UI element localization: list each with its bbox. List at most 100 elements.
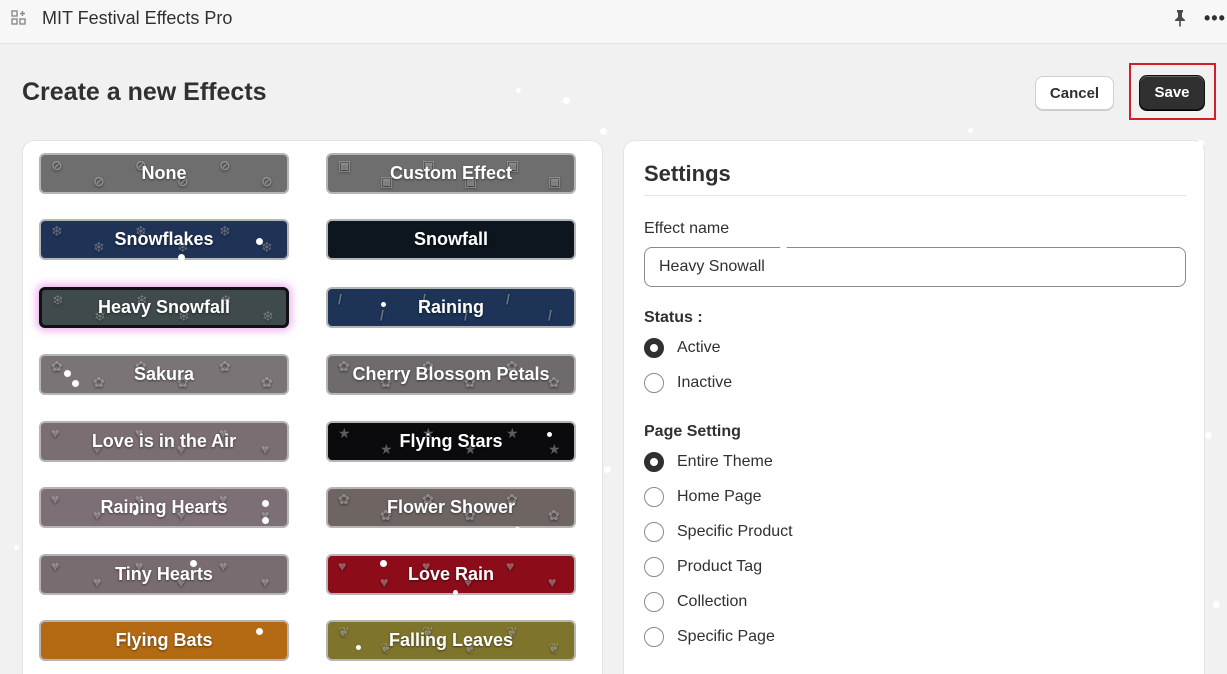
effect-pattern-icon: ❄ (52, 292, 64, 308)
snowflake-dot (547, 432, 552, 437)
snowflake-dot (600, 128, 607, 135)
effect-pattern-icon: / (380, 307, 384, 323)
effect-pattern-icon: ✿ (261, 374, 273, 390)
effect-option-label: Custom Effect (389, 163, 512, 183)
snowflake-dot (1205, 432, 1212, 439)
snowflake-dot (262, 517, 269, 524)
effect-option-label: Flower Shower (386, 497, 516, 517)
effect-option-flying-bats[interactable]: Flying Bats (39, 620, 289, 661)
page-option-collection[interactable]: Collection (644, 591, 747, 613)
save-button[interactable]: Save (1139, 75, 1205, 110)
radio-unchecked-icon[interactable] (644, 592, 664, 612)
effect-option-label: Love is in the Air (91, 431, 237, 451)
app-grid-icon[interactable] (10, 9, 28, 27)
page-option-product-tag[interactable]: Product Tag (644, 556, 762, 578)
status-option-inactive[interactable]: Inactive (644, 372, 732, 394)
cancel-button[interactable]: Cancel (1035, 76, 1114, 110)
effect-pattern-icon: ❄ (93, 239, 105, 255)
effect-pattern-icon: ★ (380, 441, 393, 457)
effect-option-none[interactable]: ⊘ ⊘ ⊘ ⊘ ⊘ ⊘ None (39, 153, 289, 194)
effect-option-flower-shower[interactable]: ✿ ✿ ✿ ✿ ✿ ✿ Flower Shower (326, 487, 576, 528)
page-option-specific-product[interactable]: Specific Product (644, 521, 793, 543)
effect-pattern-icon: ❄ (219, 223, 231, 239)
effect-option-label: Snowflakes (114, 229, 214, 249)
effect-option-love-rain[interactable]: ♥ ♥ ♥ ♥ ♥ ♥ Love Rain (326, 554, 576, 595)
effect-option-label: Tiny Hearts (115, 564, 213, 584)
snowflake-dot (64, 370, 71, 377)
radio-checked-icon[interactable] (644, 338, 664, 358)
effect-option-flying-stars[interactable]: ★ ★ ★ ★ ★ ★ Flying Stars (326, 421, 576, 462)
effect-pattern-icon: ⊘ (51, 157, 63, 173)
effect-option-label: Snowfall (413, 229, 488, 249)
effect-option-heavy-snowfall[interactable]: ❄ ❄ ❄ ❄ ❄ ❄ Heavy Snowfall (39, 287, 289, 328)
more-options-icon[interactable]: ••• (1204, 8, 1226, 28)
effect-name-label: Effect name (644, 220, 730, 237)
effect-pattern-icon: ✿ (219, 358, 231, 374)
effect-option-raining-hearts[interactable]: ♥ ♥ ♥ ♥ ♥ ♥ Raining Hearts (39, 487, 289, 528)
effect-pattern-icon: ✿ (548, 507, 560, 523)
radio-unchecked-icon[interactable] (644, 557, 664, 577)
settings-panel: Settings Effect name Status : Active Ina… (623, 140, 1205, 674)
page-option-specific-page[interactable]: Specific Page (644, 626, 775, 648)
effect-pattern-icon: ⊘ (93, 173, 105, 189)
effect-option-label: Raining (418, 297, 484, 317)
page-option-label: Collection (677, 593, 748, 610)
snowflake-dot (133, 510, 138, 515)
snowflake-dot (1197, 140, 1204, 147)
radio-unchecked-icon[interactable] (644, 373, 664, 393)
effect-pattern-icon: ▣ (548, 173, 562, 189)
status-option-label: Active (677, 339, 721, 356)
effect-option-custom-effect[interactable]: ▣ ▣ ▣ ▣ ▣ ▣ Custom Effect (326, 153, 576, 194)
effect-option-love-is-in-the-air[interactable]: ♥ ♥ ♥ ♥ ♥ ♥ Love is in the Air (39, 421, 289, 462)
effect-pattern-icon: ♥ (338, 558, 347, 574)
radio-unchecked-icon[interactable] (644, 627, 664, 647)
effect-pattern-icon: ♥ (548, 574, 557, 590)
snowflake-dot (262, 500, 269, 507)
effect-pattern-icon: ❄ (262, 308, 274, 324)
effect-option-cherry-blossom-petals[interactable]: ✿ ✿ ✿ ✿ ✿ ✿ Cherry Blossom Petals (326, 354, 576, 395)
effect-name-input[interactable] (644, 247, 1186, 287)
snowflake-dot (190, 560, 197, 567)
effect-pattern-icon: / (506, 291, 510, 307)
effect-option-snowflakes[interactable]: ❄ ❄ ❄ ❄ ❄ ❄ Snowflakes (39, 219, 289, 260)
effect-pattern-icon: / (338, 291, 342, 307)
pin-icon[interactable] (1170, 8, 1190, 28)
effect-option-label: Cherry Blossom Petals (352, 364, 550, 384)
effect-option-raining[interactable]: / / / / / / Raining (326, 287, 576, 328)
radio-unchecked-icon[interactable] (644, 522, 664, 542)
effect-option-label: Flying Bats (115, 630, 213, 650)
effect-pattern-icon: ♥ (51, 425, 60, 441)
effect-option-falling-leaves[interactable]: ❦ ❦ ❦ ❦ ❦ ❦ Falling Leaves (326, 620, 576, 661)
page-option-entire-theme[interactable]: Entire Theme (644, 451, 773, 473)
effect-option-label: Raining Hearts (100, 497, 228, 517)
status-option-label: Inactive (677, 374, 733, 391)
radio-unchecked-icon[interactable] (644, 487, 664, 507)
app-title: MIT Festival Effects Pro (42, 8, 233, 28)
effect-pattern-icon: ✿ (338, 358, 350, 374)
page-setting-label: Page Setting (644, 423, 741, 440)
radio-checked-icon[interactable] (644, 452, 664, 472)
snowflake-dot (516, 88, 521, 93)
effect-option-label: None (141, 163, 187, 183)
snowflake-dot (256, 628, 263, 635)
effect-option-tiny-hearts[interactable]: ♥ ♥ ♥ ♥ ♥ ♥ Tiny Hearts (39, 554, 289, 595)
status-option-active[interactable]: Active (644, 337, 721, 359)
snowflake-dot (563, 97, 570, 104)
snowflake-dot (178, 254, 185, 261)
snowflake-dot (72, 380, 79, 387)
snowflake-dot (514, 527, 521, 534)
snowflake-dot (905, 280, 910, 285)
snowflake-dot (381, 302, 386, 307)
effect-option-snowfall[interactable]: Snowfall (326, 219, 576, 260)
effect-option-label: Love Rain (407, 564, 495, 584)
snowflake-dot (780, 245, 787, 252)
effect-pattern-icon: ♥ (261, 574, 270, 590)
snowflake-dot (356, 645, 361, 650)
effect-option-sakura[interactable]: ✿ ✿ ✿ ✿ ✿ ✿ Sakura (39, 354, 289, 395)
page-option-home-page[interactable]: Home Page (644, 486, 762, 508)
effect-option-label: Heavy Snowfall (97, 297, 231, 317)
snowflake-dot (968, 128, 973, 133)
effect-pattern-icon: ▣ (338, 157, 352, 173)
effect-pattern-icon: ♥ (506, 558, 515, 574)
page-option-label: Product Tag (677, 558, 763, 575)
